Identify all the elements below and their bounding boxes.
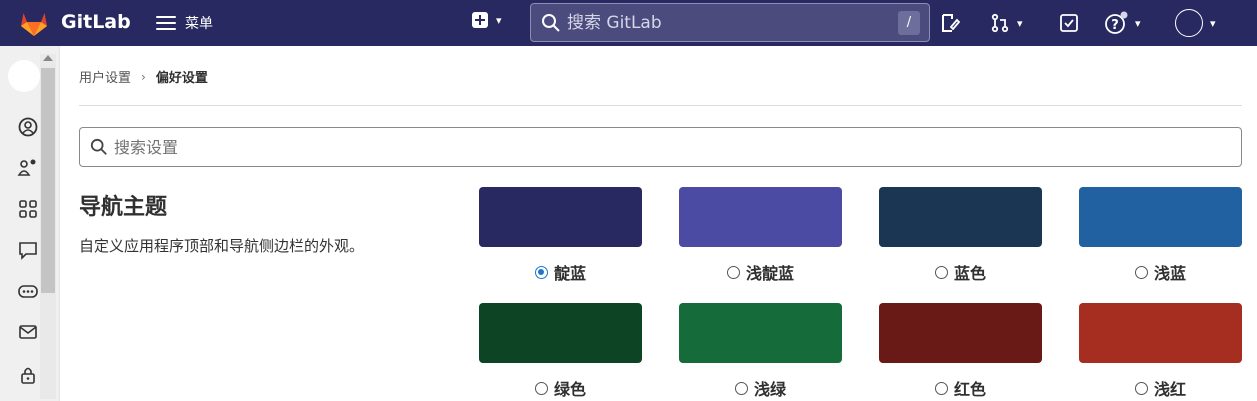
divider <box>79 105 1242 106</box>
theme-swatch[interactable] <box>679 187 842 247</box>
theme-option[interactable]: 浅靛蓝 <box>679 187 842 284</box>
global-search[interactable]: / <box>530 3 930 42</box>
menu-label: 菜单 <box>185 16 213 32</box>
user-circle-icon <box>18 117 38 137</box>
theme-radio[interactable] <box>734 381 748 395</box>
theme-option[interactable]: 浅红 <box>1079 303 1242 400</box>
new-item-button[interactable]: ▾ <box>472 12 502 28</box>
left-sidebar <box>0 46 60 401</box>
user-settings-icon <box>17 159 36 176</box>
theme-radio-label[interactable]: 浅绿 <box>679 376 842 400</box>
todos-button[interactable] <box>1059 10 1079 36</box>
theme-swatch[interactable] <box>879 303 1042 363</box>
brand-name[interactable]: GitLab <box>61 11 131 33</box>
theme-radio[interactable] <box>1134 381 1148 395</box>
theme-swatch[interactable] <box>879 187 1042 247</box>
theme-swatch[interactable] <box>679 303 842 363</box>
main-content: 用户设置 › 偏好设置 导航主题 自定义应用程序顶部和导航侧边栏的外观。 靛蓝浅… <box>79 46 1242 401</box>
sidebar-item-tokens[interactable] <box>17 280 39 302</box>
merge-request-icon <box>991 13 1009 33</box>
breadcrumb-current[interactable]: 偏好设置 <box>156 67 208 86</box>
applications-grid-icon <box>19 200 37 218</box>
theme-label-text: 浅蓝 <box>1153 264 1186 283</box>
theme-label-text: 蓝色 <box>953 264 986 283</box>
theme-radio[interactable] <box>534 265 548 279</box>
settings-search[interactable] <box>79 127 1242 167</box>
hamburger-icon <box>156 16 176 30</box>
top-navbar: GitLab 菜单 ▾ / ▾ <box>0 0 1257 46</box>
chevron-down-icon: ▾ <box>1017 16 1023 30</box>
search-shortcut-badge: / <box>898 11 920 35</box>
menu-button[interactable]: 菜单 <box>156 9 213 37</box>
global-search-input[interactable] <box>567 12 887 33</box>
settings-search-input[interactable] <box>114 137 1214 157</box>
theme-radio-label[interactable]: 浅靛蓝 <box>679 260 842 284</box>
search-icon <box>542 13 560 32</box>
theme-radio-label[interactable]: 靛蓝 <box>479 260 642 284</box>
sidebar-item-password[interactable] <box>17 364 39 386</box>
gitlab-logo-icon[interactable] <box>18 7 50 39</box>
help-icon: ? <box>1105 11 1128 34</box>
navigation-theme-title: 导航主题 <box>79 195 168 220</box>
comment-icon <box>19 242 37 260</box>
sidebar-item-applications[interactable] <box>17 198 39 220</box>
theme-label-text: 浅绿 <box>753 380 786 399</box>
breadcrumb: 用户设置 › 偏好设置 <box>79 67 208 87</box>
plus-square-icon <box>472 12 488 28</box>
ellipsis-icon <box>18 285 38 298</box>
scrollbar-thumb[interactable] <box>41 68 55 293</box>
user-menu-button[interactable]: ▾ <box>1175 8 1216 38</box>
theme-label-text: 浅靛蓝 <box>745 264 794 283</box>
theme-radio-label[interactable]: 浅蓝 <box>1079 260 1242 284</box>
sidebar-item-account[interactable] <box>17 156 39 178</box>
chevron-down-icon: ▾ <box>1210 16 1216 30</box>
lock-icon <box>21 367 35 384</box>
issues-icon <box>942 14 960 32</box>
theme-option[interactable]: 蓝色 <box>879 187 1042 284</box>
theme-swatch[interactable] <box>479 303 642 363</box>
theme-option[interactable]: 靛蓝 <box>479 187 642 284</box>
merge-requests-button[interactable]: ▾ <box>990 10 1023 36</box>
theme-option[interactable]: 绿色 <box>479 303 642 400</box>
theme-radio-label[interactable]: 绿色 <box>479 376 642 400</box>
theme-swatch[interactable] <box>1079 303 1242 363</box>
theme-option[interactable]: 浅绿 <box>679 303 842 400</box>
search-icon <box>90 138 107 155</box>
sidebar-item-profile[interactable] <box>17 116 39 138</box>
theme-radio-label[interactable]: 蓝色 <box>879 260 1042 284</box>
issues-button[interactable] <box>940 10 960 36</box>
theme-swatch[interactable] <box>1079 187 1242 247</box>
theme-option[interactable]: 红色 <box>879 303 1042 400</box>
svg-text:?: ? <box>1111 18 1119 33</box>
theme-radio[interactable] <box>1134 265 1148 279</box>
sidebar-avatar[interactable] <box>8 60 40 92</box>
theme-radio[interactable] <box>934 381 948 395</box>
chevron-right-icon: › <box>141 69 146 84</box>
sidebar-item-emails[interactable] <box>17 321 39 343</box>
navigation-theme-description: 自定义应用程序顶部和导航侧边栏的外观。 <box>79 237 365 255</box>
chevron-down-icon: ▾ <box>496 13 502 27</box>
user-avatar <box>1175 9 1203 37</box>
theme-label-text: 红色 <box>953 380 986 399</box>
theme-radio-label[interactable]: 浅红 <box>1079 376 1242 400</box>
theme-swatch[interactable] <box>479 187 642 247</box>
theme-radio[interactable] <box>726 265 740 279</box>
theme-option[interactable]: 浅蓝 <box>1079 187 1242 284</box>
sidebar-scrollbar[interactable] <box>40 54 56 399</box>
theme-label-text: 绿色 <box>553 380 586 399</box>
theme-label-text: 靛蓝 <box>553 264 586 283</box>
sidebar-item-chat[interactable] <box>17 239 39 261</box>
theme-label-text: 浅红 <box>1153 380 1186 399</box>
help-button[interactable]: ? ▾ <box>1104 10 1141 36</box>
chevron-down-icon: ▾ <box>1135 16 1141 30</box>
theme-radio[interactable] <box>934 265 948 279</box>
mail-icon <box>19 325 37 339</box>
theme-radio[interactable] <box>534 381 548 395</box>
todo-checkbox-icon <box>1060 14 1078 32</box>
scroll-up-arrow-icon[interactable] <box>43 55 53 61</box>
breadcrumb-user-settings[interactable]: 用户设置 <box>79 67 131 86</box>
theme-radio-label[interactable]: 红色 <box>879 376 1042 400</box>
